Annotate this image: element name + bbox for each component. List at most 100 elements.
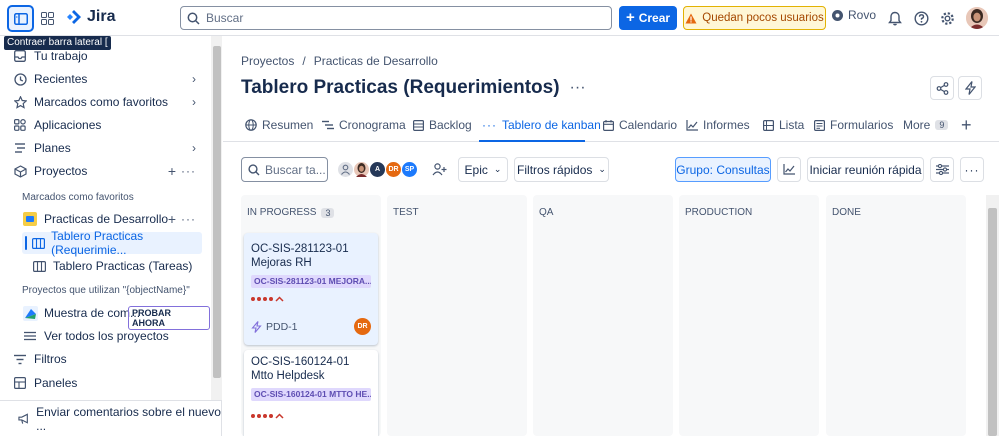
top-navigation: Jira + Crear Quedan pocos usuarios Rovo (0, 0, 999, 36)
sidebar-item-projects[interactable]: Proyectos + ··· (0, 160, 210, 182)
notifications-button[interactable] (885, 8, 905, 28)
person-icon (341, 164, 350, 175)
more-actions-button[interactable]: ··· (960, 157, 984, 182)
create-label: Crear (638, 11, 671, 25)
sidebar-toggle-button[interactable] (7, 5, 34, 32)
more-options-icon[interactable]: ··· (570, 79, 586, 97)
sidebar-scrollbar-thumb[interactable] (213, 46, 221, 378)
feedback-button[interactable]: Enviar comentarios sobre el nuevo ... (0, 400, 221, 436)
start-standup-button[interactable]: Iniciar reunión rápida (807, 157, 924, 182)
column-title: QA (539, 207, 554, 218)
unassigned-avatar[interactable] (337, 161, 354, 178)
favorite-project-item[interactable]: Practicas de Desarrollo + ··· (0, 208, 210, 230)
chevron-right-icon[interactable]: › (192, 141, 196, 155)
share-button[interactable] (930, 76, 954, 100)
epic-lozenge[interactable]: OC-SIS-281123-01 MEJORA... (251, 275, 371, 288)
tab-reports[interactable]: Informes (686, 114, 750, 136)
card-assignee-avatar[interactable]: DR (354, 318, 371, 335)
warning-label: Quedan pocos usuarios (702, 12, 824, 24)
start-standup-label: Iniciar reunión rápida (809, 162, 922, 177)
tab-summary[interactable]: Resumen (245, 114, 313, 136)
sidebar-item-dashboards[interactable]: Paneles (0, 372, 210, 394)
priority-dot (263, 414, 267, 418)
board-search[interactable]: Buscar ta... (241, 157, 328, 182)
quick-filters-label: Filtros rápidos (517, 162, 593, 177)
tab-forms[interactable]: Formularios (814, 114, 893, 136)
sidebar-item-recent[interactable]: Recientes › (0, 68, 210, 90)
sidebar-item-plans[interactable]: Planes › (0, 137, 210, 159)
favorites-section-header: Marcados como favoritos (22, 192, 134, 203)
profile-avatar[interactable] (966, 7, 988, 29)
sample-project-item[interactable]: Muestra de com... PROBAR AHORA (0, 302, 210, 330)
inbox-icon (12, 50, 28, 62)
user-avatar-dr[interactable]: DR (385, 161, 402, 178)
breadcrumb-projects[interactable]: Proyectos (241, 54, 294, 68)
jira-logo[interactable]: Jira (66, 8, 115, 26)
epic-filter-dropdown[interactable]: Epic ⌄ (458, 157, 508, 182)
sidebar-item-apps[interactable]: Aplicaciones (0, 114, 210, 136)
settings-button[interactable] (937, 8, 957, 28)
project-tabs: Resumen Cronograma Backlog ··· Tablero d… (223, 106, 999, 142)
board-item-requirements[interactable]: Tablero Practicas (Requerimie... (22, 229, 202, 257)
sidebar-item-starred[interactable]: Marcados como favoritos › (0, 91, 210, 113)
chevron-down-icon: ⌄ (598, 164, 606, 174)
add-people-button[interactable] (427, 157, 451, 182)
priority-dot (263, 297, 267, 301)
global-search[interactable] (180, 6, 612, 30)
search-input[interactable] (206, 11, 586, 25)
app-switcher-button[interactable] (37, 8, 57, 28)
tab-label: Lista (779, 118, 805, 132)
board-scrollbar-thumb[interactable] (988, 208, 997, 436)
rovo-button[interactable]: Rovo (831, 8, 876, 22)
dashboard-icon (12, 377, 28, 389)
app-name: Jira (87, 8, 116, 25)
license-warning-button[interactable]: Quedan pocos usuarios (683, 6, 826, 30)
board-item-tasks[interactable]: Tablero Practicas (Tareas) (22, 255, 202, 277)
tab-list[interactable]: Lista (763, 114, 804, 136)
sidebar-item-filters[interactable]: Filtros (0, 348, 210, 370)
create-button[interactable]: + Crear (619, 6, 677, 30)
priority-high-icon (275, 413, 284, 419)
chevron-right-icon[interactable]: › (192, 95, 196, 109)
user-photo-avatar[interactable] (353, 161, 370, 178)
group-by-button[interactable]: Grupo: Consultas (675, 157, 771, 182)
tab-kanban-board[interactable]: ··· Tablero de kanban (482, 114, 601, 136)
sidebar-item-label: Aplicaciones (34, 118, 102, 132)
tab-backlog[interactable]: Backlog (413, 114, 472, 136)
column-header: DONE (832, 207, 861, 218)
view-all-projects[interactable]: Ver todos los proyectos (0, 325, 210, 347)
user-avatar-sp[interactable]: SP (401, 161, 418, 178)
tab-timeline[interactable]: Cronograma (322, 114, 406, 136)
add-project-icon[interactable]: + (168, 163, 176, 179)
more-options-icon[interactable]: ··· (181, 212, 196, 226)
tab-calendar[interactable]: Calendario (603, 114, 677, 136)
insights-button[interactable] (777, 157, 801, 182)
project-name: Muestra de com... (44, 306, 141, 320)
tab-label: Resumen (262, 118, 314, 132)
sidebar-item-label: Planes (34, 141, 71, 155)
card-key[interactable]: PDD-1 (251, 321, 298, 333)
chevron-right-icon[interactable]: › (192, 72, 196, 86)
column-title: TEST (393, 207, 419, 218)
card-title-line1: OC-SIS-160124-01 (251, 356, 350, 368)
sample-project-icon (22, 305, 38, 321)
more-options-icon[interactable]: ··· (181, 164, 196, 178)
quick-filters-dropdown[interactable]: Filtros rápidos ⌄ (514, 157, 609, 182)
column-production: PRODUCTION (679, 195, 819, 436)
tab-label: Cronograma (339, 118, 406, 132)
help-button[interactable] (911, 8, 931, 28)
user-photo-icon (356, 163, 367, 177)
tab-more[interactable]: More 9 (903, 114, 949, 136)
page-title: Tablero Practicas (Requerimientos) ··· (241, 77, 586, 99)
breadcrumb-project[interactable]: Practicas de Desarrollo (314, 54, 438, 68)
add-icon[interactable]: + (168, 211, 176, 227)
issue-card[interactable]: OC-SIS-160124-01 Mtto Helpdesk OC-SIS-16… (244, 350, 378, 436)
view-settings-button[interactable] (930, 157, 954, 182)
card-title-line2: Mtto Helpdesk (251, 370, 325, 382)
epic-lozenge[interactable]: OC-SIS-160124-01 MTTO HE... (251, 388, 371, 401)
issue-card[interactable]: OC-SIS-281123-01 Mejoras RH OC-SIS-28112… (244, 233, 378, 345)
user-avatar-a[interactable]: A (369, 161, 386, 178)
automation-button[interactable] (958, 76, 982, 100)
add-tab-button[interactable]: + (961, 114, 972, 136)
chart-line-icon (783, 164, 795, 175)
